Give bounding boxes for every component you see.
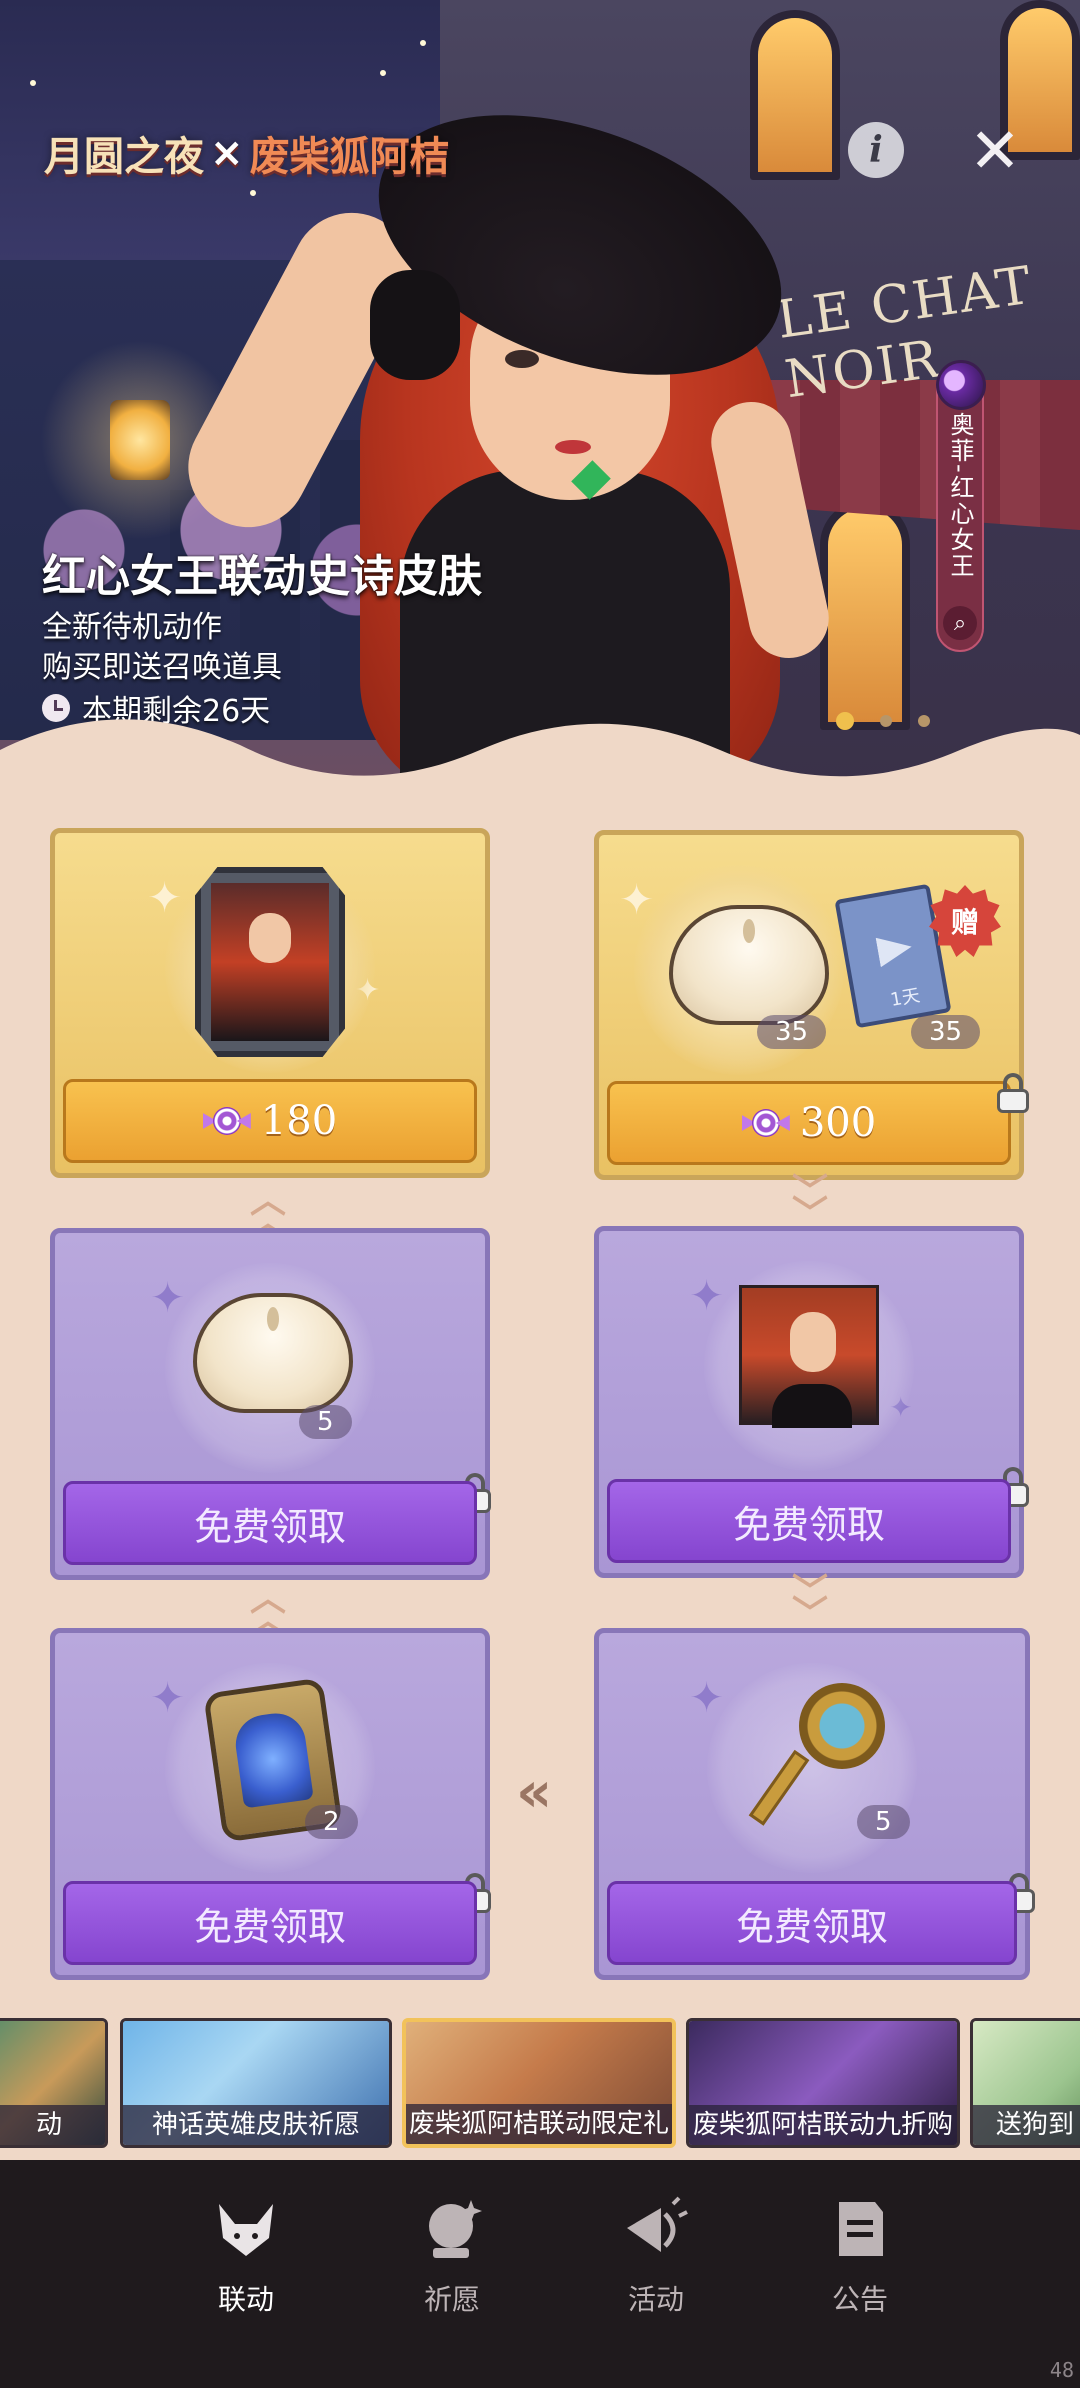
event-banner[interactable]: LE CHAT NOIR 月圆之夜 × 废柴狐阿桔 i ✕ 红心女王联动史诗皮肤…	[0, 0, 1080, 800]
collab-logo: 月圆之夜 × 废柴狐阿桔	[44, 130, 450, 180]
bundle-purchase-card: ✦ 35 1天 赠 35 300	[594, 830, 1029, 1180]
buy-bundle-button[interactable]: 300	[607, 1081, 1011, 1165]
nav-item-notice[interactable]: 公告	[790, 2194, 930, 2318]
nav-label: 祈愿	[423, 2283, 480, 2316]
event-tab[interactable]: 神话英雄皮肤祈愿	[120, 2018, 392, 2148]
fps-counter: 48	[1049, 2358, 1074, 2382]
item-count: 5	[857, 1805, 910, 1839]
item-count: 35	[757, 1015, 827, 1049]
street-lamp	[110, 400, 170, 480]
sparkle-icon: ✦	[689, 1673, 725, 1722]
megaphone-icon	[621, 2194, 691, 2264]
character-tag[interactable]: 奥菲-红心女王 ⌕	[936, 360, 986, 652]
reward-card-avatar: ✦ ✦ 免费领取	[594, 1226, 1029, 1578]
event-tab[interactable]: 废柴狐阿桔联动九折购	[686, 2018, 960, 2148]
event-tab-active[interactable]: 废柴狐阿桔联动限定礼	[402, 2018, 676, 2148]
banner-edge	[0, 719, 1080, 800]
nav-item-wish[interactable]: 祈愿	[382, 2194, 522, 2318]
bun-icon	[669, 905, 829, 1025]
ticket-days: 1天	[888, 985, 922, 1011]
event-tab-label: 神话英雄皮肤祈愿	[123, 2105, 389, 2145]
skin-desc-line: 购买即送召唤道具	[42, 650, 282, 685]
chevron-down-icon: ﹀ ﹀	[791, 1572, 828, 1635]
info-icon: i	[869, 129, 883, 171]
reward-card-key: ✦ 5 免费领取	[594, 1628, 1035, 1980]
claim-free-button[interactable]: 免费领取	[63, 1481, 477, 1565]
search-icon[interactable]: ⌕	[943, 606, 977, 640]
price-label: 300	[799, 1100, 877, 1146]
nav-label: 公告	[831, 2283, 888, 2316]
crystal-ball-icon	[417, 2194, 487, 2264]
reward-card-bun: ✦ 5 免费领取	[50, 1228, 491, 1580]
candy-icon	[741, 1099, 790, 1147]
reward-panel: ✦ ✦ 180 ✦ 35 1天 赠 35 300 ︿︿ ﹀﹀	[0, 790, 1080, 2170]
nav-label: 活动	[627, 2283, 684, 2316]
close-icon: ✕	[969, 114, 1021, 187]
item-count: 35	[911, 1015, 981, 1049]
star-decoration	[380, 70, 386, 76]
event-tab[interactable]: 动	[0, 2018, 108, 2148]
skin-title: 红心女王联动史诗皮肤	[42, 551, 482, 602]
chevron-down-icon: ﹀ ﹀	[791, 1172, 828, 1235]
event-tab-label: 废柴狐阿桔联动九折购	[689, 2105, 957, 2145]
star-decoration	[420, 40, 426, 46]
bun-icon	[193, 1293, 353, 1413]
skin-purchase-card: ✦ ✦ 180	[50, 828, 490, 1178]
close-button[interactable]: ✕	[964, 120, 1026, 182]
skin-desc-line: 全新待机动作	[42, 610, 222, 645]
fox-icon	[211, 2194, 281, 2264]
nav-label: 联动	[217, 2283, 274, 2316]
event-tab[interactable]: 送狗到	[970, 2018, 1080, 2148]
info-button[interactable]: i	[848, 122, 904, 178]
event-tab-label: 动	[0, 2105, 105, 2145]
reward-card-lantern: ✦ 2 免费领取	[50, 1628, 491, 1980]
claim-free-button[interactable]: 免费领取	[607, 1881, 1017, 1965]
bottom-nav: 联动 祈愿 活动 公告 48	[0, 2160, 1080, 2388]
chevron-up-icon: ︿ ︿	[249, 1578, 286, 1641]
event-carousel[interactable]: 动 神话英雄皮肤祈愿 废柴狐阿桔联动限定礼 废柴狐阿桔联动九折购 送狗到	[0, 2012, 1080, 2152]
candy-icon	[202, 1097, 251, 1145]
notice-icon	[825, 2194, 895, 2264]
moon-icon	[936, 360, 986, 410]
chevron-left-icon: «	[516, 1760, 553, 1825]
star-decoration	[30, 80, 36, 86]
claim-free-button[interactable]: 免费领取	[607, 1479, 1011, 1563]
nav-item-events[interactable]: 活动	[586, 2194, 726, 2318]
skin-portrait	[195, 867, 345, 1057]
star-decoration	[250, 190, 256, 196]
character-tag-label: 奥菲-红心女王	[946, 412, 974, 579]
event-tab-label: 送狗到	[973, 2105, 1080, 2145]
price-label: 180	[260, 1098, 338, 1144]
item-count: 2	[305, 1805, 358, 1839]
item-count: 5	[299, 1405, 352, 1439]
buy-skin-button[interactable]: 180	[63, 1079, 477, 1163]
lock-icon	[995, 1073, 1031, 1113]
claim-free-button[interactable]: 免费领取	[63, 1881, 477, 1965]
nav-item-collab[interactable]: 联动	[176, 2194, 316, 2318]
event-tab-label: 废柴狐阿桔联动限定礼	[406, 2104, 672, 2144]
avatar-frame-icon	[739, 1285, 879, 1428]
sparkle-icon: ✦	[147, 873, 183, 922]
